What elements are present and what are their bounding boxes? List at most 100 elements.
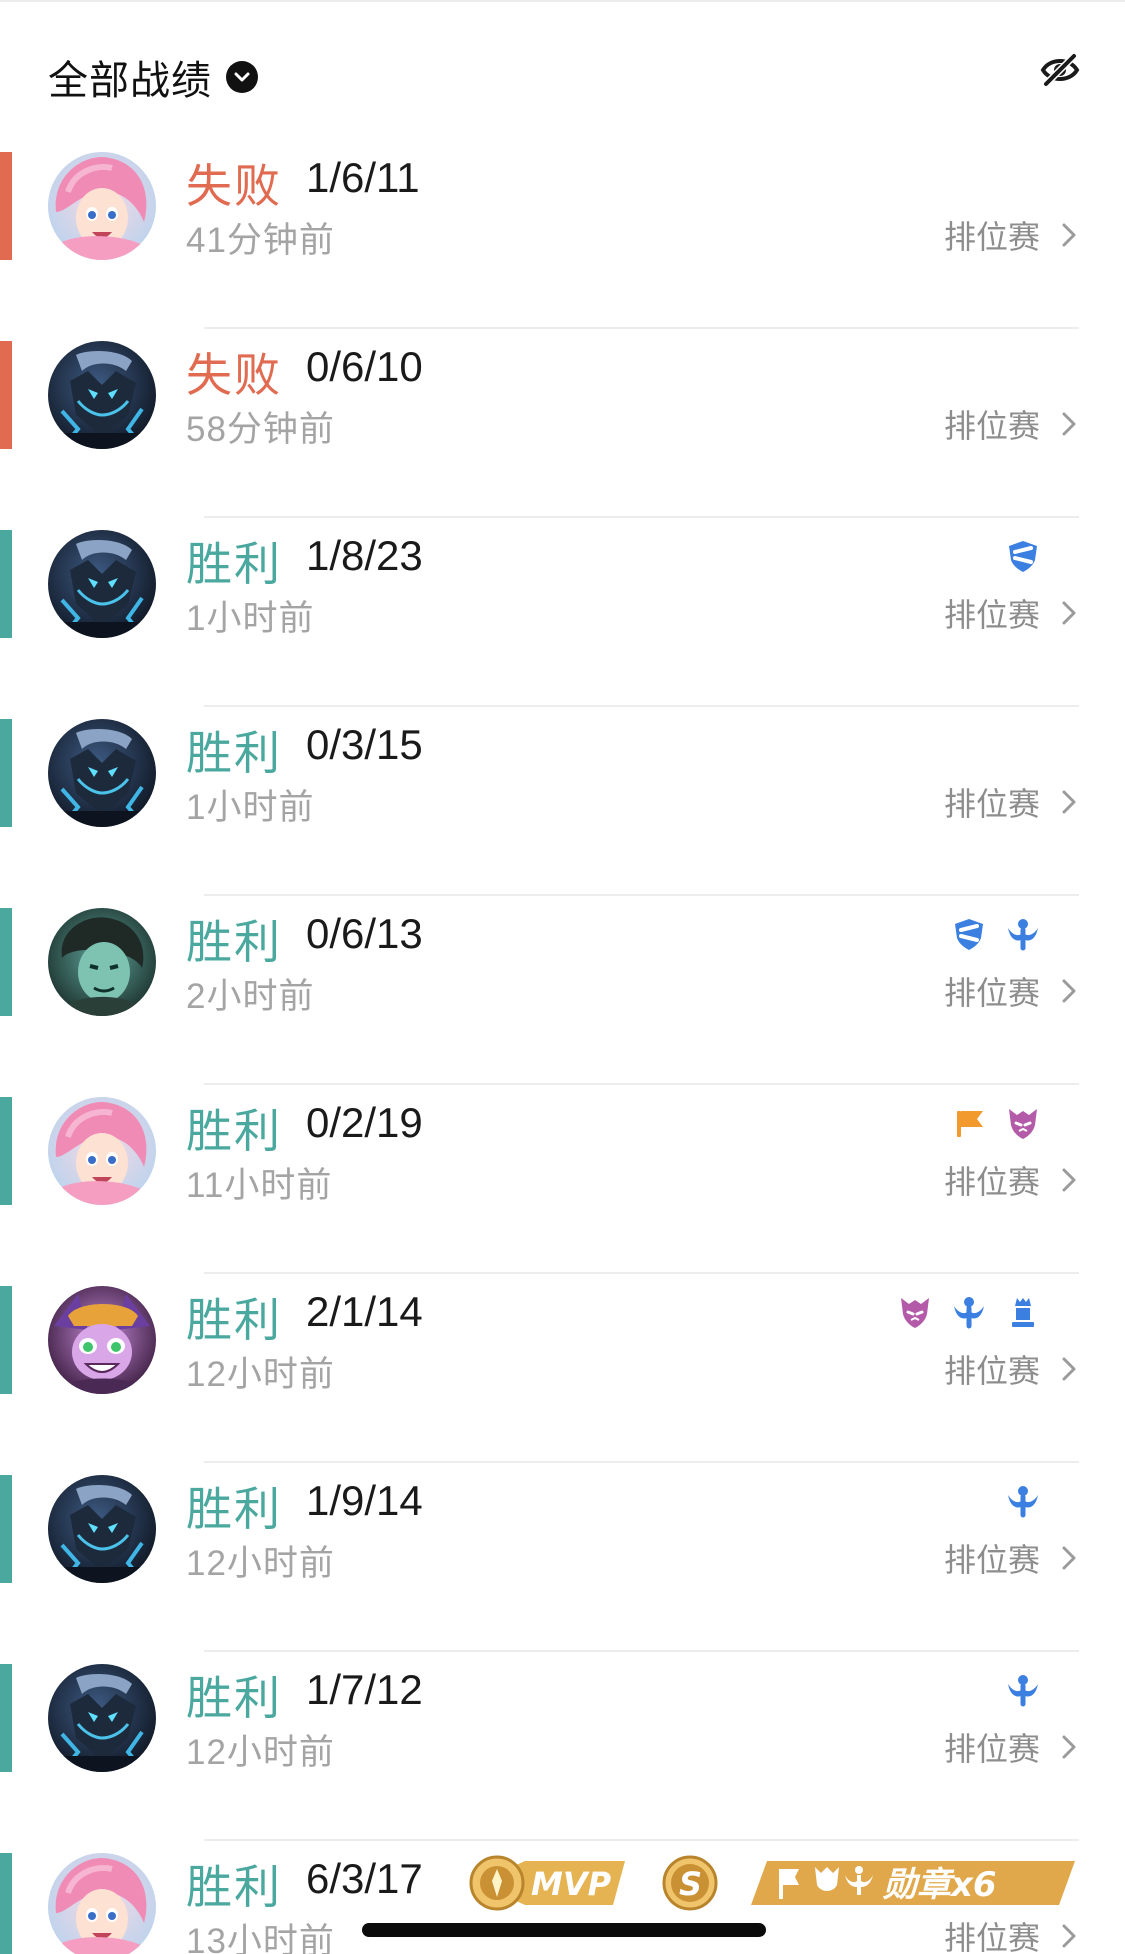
match-mode: 排位赛 [943,975,1040,1011]
purple-demon-icon [897,1294,933,1330]
blue-shield-icon [1005,538,1041,574]
match-result: 胜利 [186,1672,282,1724]
result-accent-bar [0,1664,12,1772]
match-badges [1005,1672,1041,1708]
dark-armored-champion-avatar [48,1475,156,1583]
result-accent-bar [0,1853,12,1954]
match-kda: 0/3/15 [306,721,423,768]
match-mode: 排位赛 [943,219,1040,255]
medal-award-icon: 勋章x6 [751,1861,1075,1905]
match-result: 胜利 [186,538,282,590]
blue-angel-icon [1005,1483,1041,1519]
result-accent-bar [0,1475,12,1583]
result-accent-bar [0,719,12,827]
chevron-right-icon [1057,219,1081,251]
match-badges [951,1105,1041,1141]
match-result: 失败 [186,160,282,212]
s-label: S [679,1865,702,1903]
match-result: 胜利 [186,1105,282,1157]
dark-armored-champion-avatar [48,719,156,827]
match-kda: 0/2/19 [306,1099,423,1146]
result-accent-bar [0,530,12,638]
match-mode: 排位赛 [943,408,1040,444]
match-result: 胜利 [186,1483,282,1535]
dark-armored-champion-avatar [48,1664,156,1772]
match-kda: 2/1/14 [306,1288,423,1335]
match-mode: 排位赛 [943,1542,1040,1578]
match-time: 11小时前 [186,1166,333,1205]
chevron-right-icon [1057,1542,1081,1574]
chevron-right-icon [1057,1731,1081,1763]
match-mode: 排位赛 [943,597,1040,633]
match-kda: 0/6/13 [306,910,423,957]
match-time: 41分钟前 [186,221,335,260]
match-result: 胜利 [186,916,282,968]
match-time: 1小时前 [186,599,315,638]
chevron-down-circle-icon [226,61,258,93]
match-time: 12小时前 [186,1544,335,1583]
result-accent-bar [0,341,12,449]
match-row[interactable]: 胜利 0/2/19 11小时前 排位赛 [0,1085,1125,1274]
pink-hair-champion-avatar [48,1097,156,1205]
match-time: 58分钟前 [186,410,335,449]
match-row[interactable]: 失败 1/6/11 41分钟前 排位赛 [0,140,1125,329]
match-time: 12小时前 [186,1733,335,1772]
match-kda: 1/6/11 [306,154,420,201]
match-kda: 0/6/10 [306,343,423,390]
match-result: 胜利 [186,727,282,779]
match-row[interactable]: 胜利 1/9/14 12小时前 排位赛 [0,1463,1125,1652]
medal-label: 勋章x6 [882,1865,997,1905]
match-mode: 排位赛 [943,1164,1040,1200]
dark-armored-champion-avatar [48,341,156,449]
filter-dropdown[interactable]: 全部战绩 [48,48,258,106]
pink-hair-champion-avatar [48,152,156,260]
match-kda: 1/7/12 [306,1666,423,1713]
mvp-award-icon: MVP [469,1855,625,1911]
result-accent-bar [0,908,12,1016]
match-badges [897,1294,1041,1330]
chevron-right-icon [1057,1920,1081,1952]
s-rank-icon: S [662,1855,718,1911]
green-spectre-champion-avatar [48,908,156,1016]
match-row[interactable]: 胜利 1/7/12 12小时前 排位赛 [0,1652,1125,1841]
blue-shield-icon [951,916,987,952]
match-time: 2小时前 [186,977,315,1016]
award-strip: MVP S 勋章x6 [455,1851,1075,1915]
match-badges [951,916,1041,952]
eye-off-icon[interactable] [1040,52,1080,88]
match-list: 失败 1/6/11 41分钟前 排位赛 失败 0/6/10 58分钟前 排位赛 胜利 1/8/… [0,140,1125,1954]
filter-label: 全部战绩 [48,59,212,103]
match-row[interactable]: 胜利 0/6/13 2小时前 排位赛 [0,896,1125,1085]
match-time: 13小时前 [186,1922,335,1954]
chevron-right-icon [1057,1164,1081,1196]
blue-angel-icon [951,1294,987,1330]
mvp-label: MVP [531,1865,612,1903]
chevron-right-icon [1057,408,1081,440]
match-badges [1005,1483,1041,1519]
match-mode: 排位赛 [943,1920,1040,1954]
match-result: 失败 [186,349,282,401]
chevron-right-icon [1057,786,1081,818]
orange-flag-icon [951,1105,987,1141]
blue-angel-icon [1005,916,1041,952]
match-row[interactable]: 胜利 1/8/23 1小时前 排位赛 [0,518,1125,707]
match-row[interactable]: 胜利 2/1/14 12小时前 排位赛 [0,1274,1125,1463]
result-accent-bar [0,1286,12,1394]
match-time: 12小时前 [186,1355,335,1394]
blue-angel-icon [1005,1672,1041,1708]
match-kda: 6/3/17 [306,1855,423,1902]
chevron-right-icon [1057,975,1081,1007]
header: 全部战绩 [0,0,1125,140]
match-mode: 排位赛 [943,1731,1040,1767]
match-kda: 1/8/23 [306,532,423,579]
match-row[interactable]: 失败 0/6/10 58分钟前 排位赛 [0,329,1125,518]
match-badges [1005,538,1041,574]
match-mode: 排位赛 [943,1353,1040,1389]
match-row[interactable]: 胜利 0/3/15 1小时前 排位赛 [0,707,1125,896]
match-time: 1小时前 [186,788,315,827]
purple-demon-icon [1005,1105,1041,1141]
result-accent-bar [0,152,12,260]
pink-hair-champion-avatar [48,1853,156,1954]
match-row[interactable]: 胜利 6/3/17 13小时前 排位赛 MVP S 勋章x6 [0,1841,1125,1954]
blue-tower-icon [1005,1294,1041,1330]
